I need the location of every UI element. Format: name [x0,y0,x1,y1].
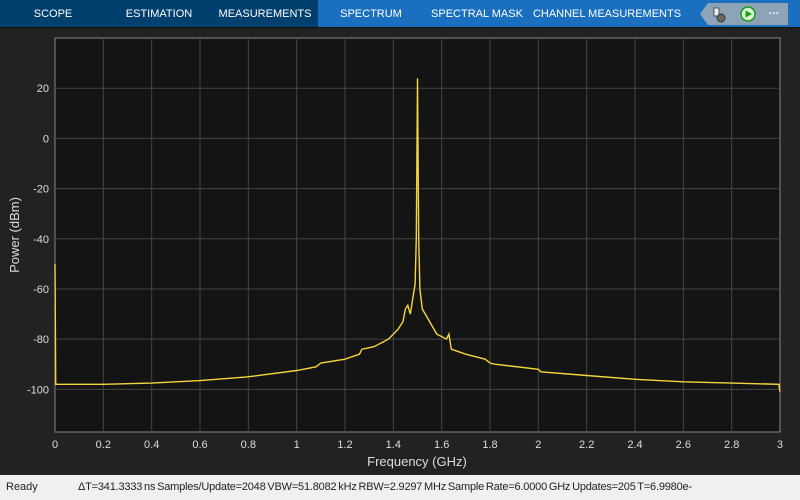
x-tick-label: 1.4 [386,439,401,451]
status-details: ΔT=341.3333 ns Samples/Update=2048 VBW=5… [78,481,692,493]
spectrum-plot: 0 0.2 0.4 0.6 0.8 1 1.2 1.4 1.6 1.8 2 2.2 2.4 2.6 2.8 3… [0,28,800,475]
status-state: Ready [6,481,38,493]
x-tick-label: 1.8 [482,439,497,451]
x-tick-label: 2.4 [627,439,642,451]
y-tick-label: 20 [37,83,49,95]
settings-icon[interactable] [713,7,726,23]
tab-spectrum[interactable]: SPECTRUM [318,0,424,27]
y-tick-label: -100 [27,384,49,396]
y-tick-label: -40 [33,234,49,246]
tab-estimation[interactable]: ESTIMATION [106,0,212,27]
more-icon[interactable]: ··· [769,8,780,20]
status-bar: Ready ΔT=341.3333 ns Samples/Update=2048… [0,475,800,500]
tab-channel-measurements[interactable]: CHANNEL MEASUREMENTS [530,0,684,27]
quick-access-panel: ··· [684,0,800,27]
toolstrip-tabs: SCOPE ESTIMATION MEASUREMENTS SPECTRUM S… [0,0,800,28]
y-tick-label: -80 [33,334,49,346]
y-tick-label: 0 [43,133,49,145]
x-tick-label: 0.2 [96,439,111,451]
tab-measurements[interactable]: MEASUREMENTS [212,0,318,27]
chart-svg: 0 0.2 0.4 0.6 0.8 1 1.2 1.4 1.6 1.8 2 2.2 2.4 2.6 2.8 3… [7,37,783,469]
x-tick-label: 0.4 [144,439,159,451]
y-tick-label: -60 [33,284,49,296]
x-tick-label: 2.2 [579,439,594,451]
x-tick-label: 1.6 [434,439,449,451]
run-icon[interactable] [740,6,756,22]
x-tick-label: 1 [294,439,300,451]
tab-scope[interactable]: SCOPE [0,0,106,27]
x-tick-label: 0.8 [241,439,256,451]
x-tick-label: 1.2 [337,439,352,451]
x-tick-label: 0.6 [192,439,207,451]
x-tick-label: 2.6 [676,439,691,451]
x-tick-label: 2 [535,439,541,451]
x-tick-label: 2.8 [724,439,739,451]
quick-access-toolbar: ··· [700,3,788,25]
x-axis-label: Frequency (GHz) [367,454,467,469]
y-tick-label: -20 [33,184,49,196]
x-tick-label: 3 [777,439,783,451]
y-axis-label: Power (dBm) [7,197,22,273]
x-tick-label: 0 [52,439,58,451]
tab-spectral-mask[interactable]: SPECTRAL MASK [424,0,530,27]
